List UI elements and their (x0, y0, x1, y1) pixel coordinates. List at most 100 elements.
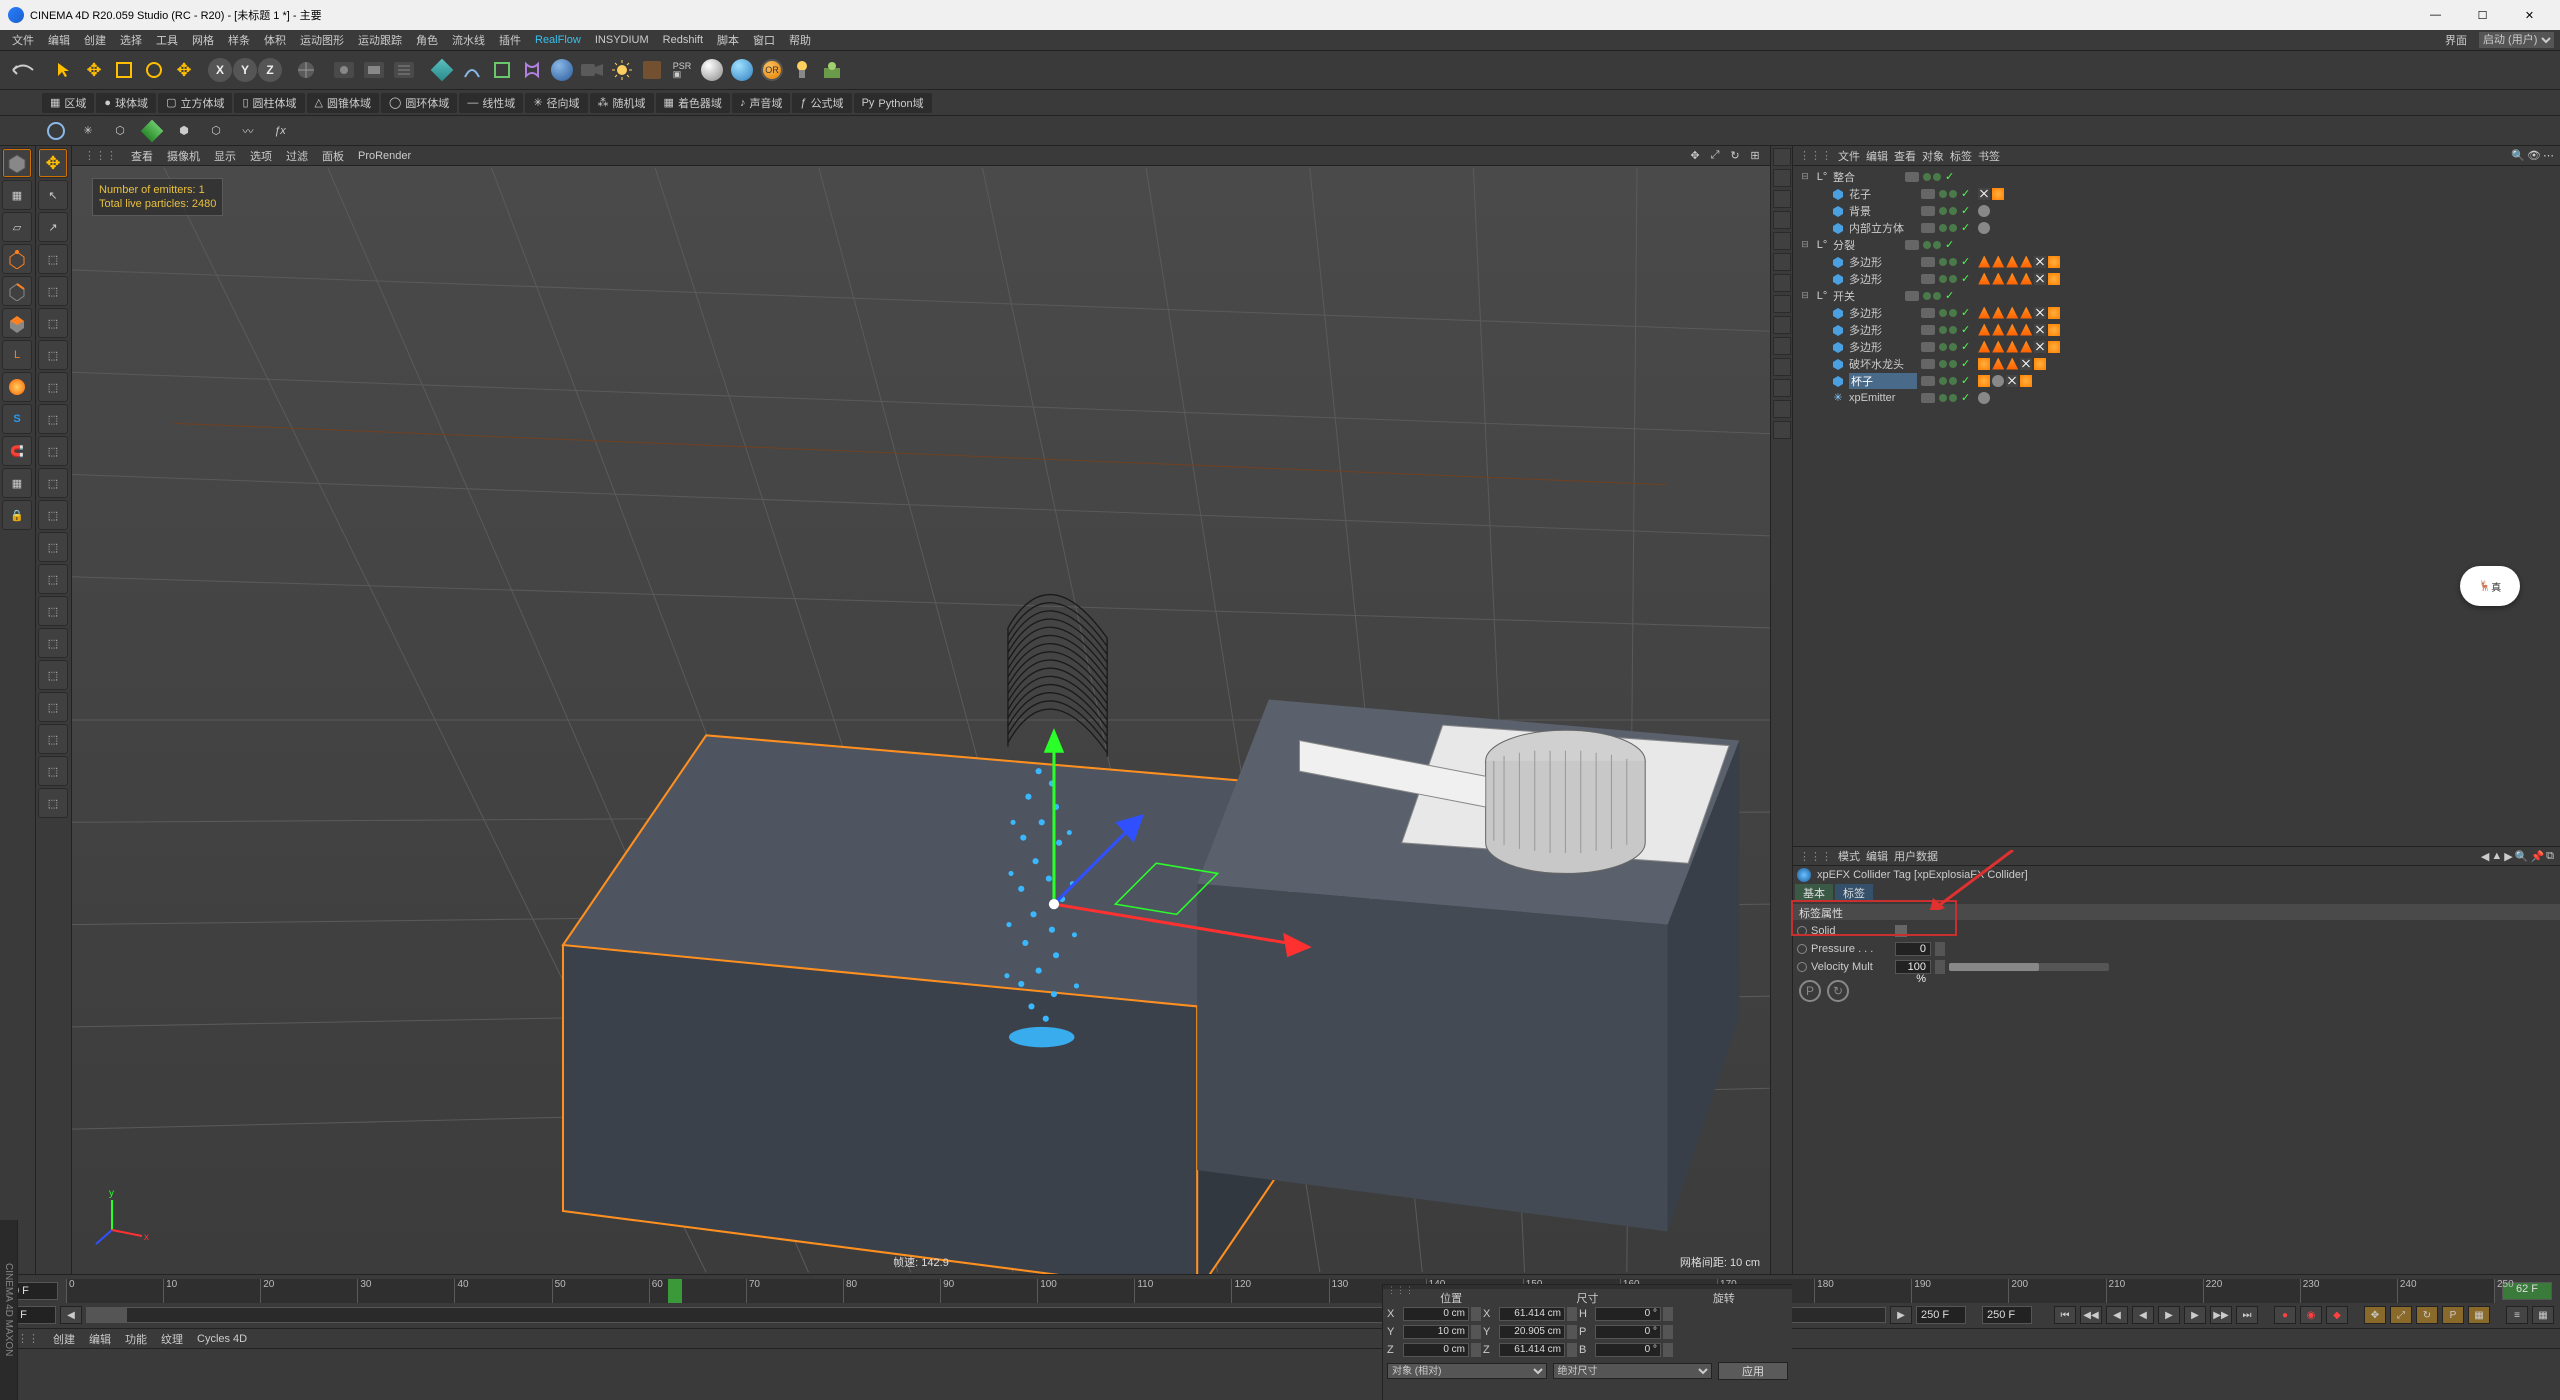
tree-row[interactable]: 多边形✓ (1795, 338, 2558, 355)
snap-tool[interactable]: ⬚ (38, 276, 68, 306)
snap-tool[interactable]: ⬚ (38, 660, 68, 690)
tag-warn-icon[interactable] (1978, 256, 1990, 268)
menu-item[interactable]: 网格 (186, 30, 220, 50)
coord-apply-button[interactable]: 应用 (1718, 1362, 1788, 1380)
toolbar-sphere-1[interactable] (698, 56, 726, 84)
key-scale-button[interactable]: ⤢ (2390, 1306, 2412, 1324)
tag-warn-icon[interactable] (1992, 324, 2004, 336)
axis-y-toggle[interactable]: Y (233, 58, 257, 82)
object-tree[interactable]: ⊟L°整合✓花子✓背景✓内部立方体✓⊟L°分裂✓多边形✓多边形✓⊟L°开关✓多边… (1793, 166, 2560, 846)
snap-tool[interactable]: ⬚ (38, 724, 68, 754)
tag-chk-icon[interactable] (2020, 375, 2032, 387)
vp-menu[interactable]: ProRender (352, 148, 417, 164)
key-rot-button[interactable]: ↻ (2416, 1306, 2438, 1324)
toolbar-icon[interactable] (818, 56, 846, 84)
tree-row[interactable]: 背景✓ (1795, 202, 2558, 219)
snap-toggle[interactable]: 🧲 (2, 436, 32, 466)
tag-warn-icon[interactable] (2020, 273, 2032, 285)
tag-chk-icon[interactable] (2034, 358, 2046, 370)
next-frame-button[interactable]: ▶ (2184, 1306, 2206, 1324)
enable-check-icon[interactable]: ✓ (1961, 357, 1970, 370)
snap-tool[interactable]: ⬚ (38, 788, 68, 818)
side-tool[interactable] (1773, 421, 1791, 439)
soft-select[interactable] (2, 372, 32, 402)
menu-item[interactable]: 编辑 (42, 30, 76, 50)
menu-item[interactable]: Redshift (657, 32, 709, 48)
om-eye-icon[interactable]: 👁 (2527, 149, 2541, 162)
visibility-dots[interactable] (1923, 241, 1941, 249)
attr-circle-btn[interactable]: ↻ (1827, 980, 1849, 1002)
side-tool[interactable] (1773, 316, 1791, 334)
enable-check-icon[interactable]: ✓ (1961, 221, 1970, 234)
anim-ring-icon[interactable] (1797, 926, 1807, 936)
solid-checkbox[interactable] (1895, 925, 1907, 937)
snap-tool[interactable]: ⬚ (38, 756, 68, 786)
viewport-3d[interactable]: Number of emitters: 1 Total live particl… (72, 166, 1770, 1274)
attr-new-icon[interactable]: ⧉ (2546, 850, 2554, 863)
pos-input[interactable]: 10 cm (1403, 1325, 1469, 1339)
tree-row[interactable]: 多边形✓ (1795, 304, 2558, 321)
tag-chk-icon[interactable] (1992, 188, 2004, 200)
render-settings-button[interactable] (390, 56, 418, 84)
tag-warn-icon[interactable] (2006, 256, 2018, 268)
snap-tool[interactable]: ⬚ (38, 372, 68, 402)
tag-chk-icon[interactable] (2048, 307, 2060, 319)
object-name[interactable]: 破坏水龙头 (1849, 356, 1917, 372)
layer-swatch[interactable] (1905, 172, 1919, 182)
shelf-icon[interactable] (42, 117, 70, 145)
tag-chk-icon[interactable] (2048, 256, 2060, 268)
object-name[interactable]: 分裂 (1833, 237, 1901, 253)
coord-size-select[interactable]: 绝对尺寸 (1553, 1363, 1713, 1379)
tl-step[interactable]: ▶ (1890, 1306, 1912, 1324)
snap-tool[interactable]: ⬚ (38, 308, 68, 338)
expand-toggle[interactable]: ⊟ (1799, 239, 1811, 250)
tag-warn-icon[interactable] (1978, 324, 1990, 336)
visibility-dots[interactable] (1939, 326, 1957, 334)
visibility-dots[interactable] (1939, 343, 1957, 351)
tree-row[interactable]: 多边形✓ (1795, 270, 2558, 287)
timeline-cursor[interactable] (668, 1279, 682, 1303)
cursor-tool[interactable]: ↖ (38, 180, 68, 210)
field-item[interactable]: Py Python域 (854, 93, 932, 113)
snap-tool[interactable]: ⬚ (38, 436, 68, 466)
tag-warn-icon[interactable] (2006, 273, 2018, 285)
attr-nav-back[interactable]: ◀ (2481, 850, 2489, 863)
vp-menu[interactable]: 过滤 (280, 146, 314, 166)
key-param-button[interactable]: P (2442, 1306, 2464, 1324)
tag-x-icon[interactable] (2034, 324, 2046, 336)
side-tool[interactable] (1773, 379, 1791, 397)
lock-tool[interactable]: 🔒 (2, 500, 32, 530)
spinner[interactable] (1663, 1343, 1673, 1357)
edge-mode[interactable] (2, 276, 32, 306)
light-button[interactable] (608, 56, 636, 84)
field-item[interactable]: ◯ 圆环体域 (381, 93, 457, 113)
tag-x-icon[interactable] (2034, 307, 2046, 319)
menu-item[interactable]: 文件 (6, 30, 40, 50)
menu-item[interactable]: 流水线 (446, 30, 491, 50)
axis-x-toggle[interactable]: X (208, 58, 232, 82)
render-view-button[interactable] (330, 56, 358, 84)
side-tool[interactable] (1773, 274, 1791, 292)
close-button[interactable]: ✕ (2507, 1, 2552, 29)
recent-tool[interactable]: ✥ (170, 56, 198, 84)
record-button[interactable]: ● (2274, 1306, 2296, 1324)
object-name[interactable]: 多边形 (1849, 254, 1917, 270)
anim-ring-icon[interactable] (1797, 962, 1807, 972)
toolbar-icon[interactable] (638, 56, 666, 84)
menu-item[interactable]: 体积 (258, 30, 292, 50)
attr-tab-tag[interactable]: 标签 (1835, 884, 1873, 902)
deformer-button[interactable] (518, 56, 546, 84)
tree-row[interactable]: ⊟L°开关✓ (1795, 287, 2558, 304)
attr-menu[interactable]: 模式 (1838, 848, 1860, 864)
vp-menu[interactable]: 面板 (316, 146, 350, 166)
anim-ring-icon[interactable] (1797, 944, 1807, 954)
shelf-icon[interactable]: ⬡ (202, 117, 230, 145)
bottom-tab[interactable]: 编辑 (89, 1331, 111, 1347)
side-tool[interactable] (1773, 211, 1791, 229)
scale-tool[interactable] (110, 56, 138, 84)
visibility-dots[interactable] (1939, 309, 1957, 317)
layer-swatch[interactable] (1905, 291, 1919, 301)
tag-dot-icon[interactable] (1978, 392, 1990, 404)
tag-warn-icon[interactable] (2006, 324, 2018, 336)
attr-menu[interactable]: 用户数据 (1894, 848, 1938, 864)
